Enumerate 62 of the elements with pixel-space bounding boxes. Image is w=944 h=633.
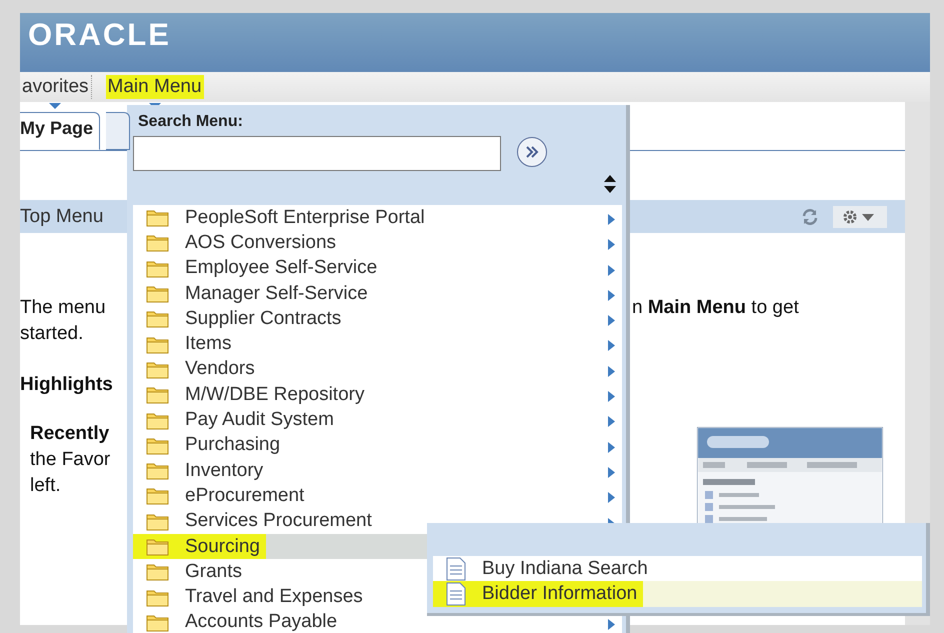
menu-item[interactable]: eProcurement xyxy=(133,483,622,509)
submenu-arrow-icon xyxy=(608,442,615,453)
submenu-arrow-icon xyxy=(608,466,615,478)
folder-icon xyxy=(146,284,169,304)
folder-icon xyxy=(146,309,169,328)
submenu-arrow-icon xyxy=(608,366,615,377)
panel-title: Top Menu xyxy=(20,206,104,228)
menu-item[interactable]: M/W/DBE Repository xyxy=(133,382,622,408)
intro-text: started. xyxy=(20,322,84,346)
folder-icon xyxy=(146,410,169,430)
submenu-arrow-icon xyxy=(608,315,615,326)
submenu-arrow-icon xyxy=(608,340,615,352)
menu-item[interactable]: Vendors xyxy=(133,356,622,382)
folder-icon xyxy=(146,233,169,252)
folder-icon xyxy=(146,258,169,278)
menu-item[interactable]: AOS Conversions xyxy=(133,230,622,256)
menu-item[interactable]: Supplier Contracts xyxy=(133,306,622,332)
folder-icon xyxy=(146,486,169,506)
folder-icon xyxy=(146,537,169,556)
submenu-arrow-icon xyxy=(608,239,615,250)
folder-icon xyxy=(146,360,169,379)
oracle-logo: ORACLE xyxy=(28,18,171,52)
refresh-icon[interactable] xyxy=(801,208,819,226)
submenu-item[interactable]: Bidder Information xyxy=(433,581,922,607)
page-tab[interactable]: My Page xyxy=(20,112,100,150)
menu-item[interactable]: Items xyxy=(133,331,622,357)
folder-icon xyxy=(146,436,169,455)
submenu-arrow-icon xyxy=(608,618,615,630)
body-text: the Favor xyxy=(30,448,110,472)
folder-icon xyxy=(146,562,169,582)
section-heading: Highlights xyxy=(20,373,113,397)
menu-item[interactable]: Manager Self-Service xyxy=(133,280,622,306)
menu-item[interactable]: Employee Self-Service xyxy=(133,256,622,281)
section-subheading: Recently xyxy=(30,422,110,446)
submenu-arrow-icon xyxy=(608,492,615,504)
submenu-arrow-icon xyxy=(608,416,615,428)
folder-icon xyxy=(146,208,169,228)
search-field[interactable] xyxy=(133,136,501,171)
search-go-button[interactable] xyxy=(517,137,547,167)
intro-text: The menu xyxy=(20,297,106,318)
page-tab[interactable] xyxy=(106,112,130,150)
submenu-arrow-icon xyxy=(608,214,615,225)
folder-icon xyxy=(146,385,169,404)
menu-item[interactable]: Pay Audit System xyxy=(133,407,622,433)
folder-icon xyxy=(146,512,169,531)
menu-item[interactable]: Purchasing xyxy=(133,432,622,458)
nav-menu-item[interactable]: avorites xyxy=(20,75,91,99)
folder-icon xyxy=(146,612,169,632)
folder-icon xyxy=(146,588,169,607)
settings-button[interactable] xyxy=(833,206,887,228)
menu-item[interactable]: Inventory xyxy=(133,458,622,484)
search-label: Search Menu: xyxy=(138,113,243,131)
double-chevron-icon xyxy=(524,145,540,159)
submenu-arrow-icon xyxy=(608,264,615,276)
submenu-arrow-icon xyxy=(608,290,615,301)
submenu-arrow-icon xyxy=(608,391,615,402)
intro-text: n Main Menu to get xyxy=(632,296,799,320)
menu-item[interactable]: PeopleSoft Enterprise Portal xyxy=(133,205,622,230)
folder-icon xyxy=(146,461,169,480)
body-text: left. xyxy=(30,474,61,498)
sort-icon[interactable] xyxy=(603,175,617,193)
folder-icon xyxy=(146,334,169,354)
